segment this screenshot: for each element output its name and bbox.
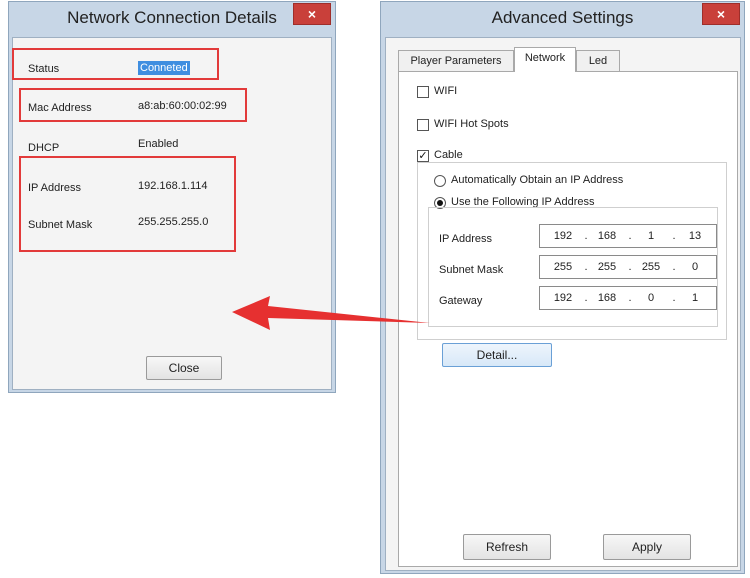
wifi-hotspots-checkbox[interactable] xyxy=(417,119,429,131)
tab-led[interactable]: Led xyxy=(576,50,620,72)
ip-dot: . xyxy=(628,261,632,273)
gateway-field[interactable]: 192 . 168 . 0 . 1 xyxy=(539,286,717,310)
ip-dot: . xyxy=(584,261,588,273)
subnet-octet-1: 255 xyxy=(553,261,573,273)
dhcp-label: DHCP xyxy=(28,142,60,154)
ip-octet-3: 1 xyxy=(647,230,655,242)
settings-panel: Player Parameters Network Led WIFI WIFI … xyxy=(385,37,741,571)
wifi-hotspots-label: WIFI Hot Spots xyxy=(434,118,509,130)
subnet-octet-2: 255 xyxy=(597,261,617,273)
gateway-octet-1: 192 xyxy=(553,292,573,304)
refresh-button[interactable]: Refresh xyxy=(463,534,551,560)
ip-dot: . xyxy=(672,261,676,273)
subnet-octet-4: 0 xyxy=(691,261,699,273)
wifi-checkbox[interactable] xyxy=(417,86,429,98)
ip-subnet-highlight xyxy=(19,156,236,252)
tab-network[interactable]: Network xyxy=(514,47,576,72)
ip-octet-1: 192 xyxy=(553,230,573,242)
network-connection-details-window: Network Connection Details × Status Conn… xyxy=(8,1,336,393)
manual-ip-group: IP Address 192 . 168 . 1 . 13 Subnet Mas… xyxy=(428,207,718,327)
ip-dot: . xyxy=(628,292,632,304)
ip-octet-4: 13 xyxy=(688,230,702,242)
ip-dot: . xyxy=(672,230,676,242)
window-title-text: Network Connection Details xyxy=(67,8,277,27)
ip-address-field[interactable]: 192 . 168 . 1 . 13 xyxy=(539,224,717,248)
gateway-label: Gateway xyxy=(439,295,483,307)
close-icon[interactable]: × xyxy=(702,3,740,25)
ip-octet-2: 168 xyxy=(597,230,617,242)
gateway-octet-4: 1 xyxy=(691,292,699,304)
cable-settings-group: Automatically Obtain an IP Address Use t… xyxy=(417,162,727,367)
subnet-mask-field[interactable]: 255 . 255 . 255 . 0 xyxy=(539,255,717,279)
cable-label: Cable xyxy=(434,149,463,161)
mac-address-highlight xyxy=(19,88,247,122)
gateway-octet-3: 0 xyxy=(647,292,655,304)
close-icon[interactable]: × xyxy=(293,3,331,25)
ip-dot: . xyxy=(672,292,676,304)
network-tab-panel: WIFI WIFI Hot Spots ✓ Cable Automaticall… xyxy=(398,71,738,567)
close-button[interactable]: Close xyxy=(146,356,222,380)
cable-checkbox[interactable]: ✓ xyxy=(417,150,429,162)
ip-dot: . xyxy=(584,230,588,242)
detail-button[interactable]: Detail... xyxy=(442,343,552,367)
window-title: Advanced Settings xyxy=(381,2,744,34)
wifi-label: WIFI xyxy=(434,85,458,97)
auto-ip-radio[interactable] xyxy=(434,175,446,187)
apply-button[interactable]: Apply xyxy=(603,534,691,560)
window-title-text: Advanced Settings xyxy=(491,8,634,27)
gateway-octet-2: 168 xyxy=(597,292,617,304)
window-title: Network Connection Details xyxy=(9,2,335,34)
subnet-mask-label: Subnet Mask xyxy=(439,264,504,276)
tab-player-parameters[interactable]: Player Parameters xyxy=(398,50,514,72)
ip-dot: . xyxy=(584,292,588,304)
ip-dot: . xyxy=(628,230,632,242)
auto-ip-label: Automatically Obtain an IP Address xyxy=(451,174,624,186)
ip-address-label: IP Address xyxy=(439,233,492,245)
status-highlight xyxy=(12,48,219,80)
subnet-octet-3: 255 xyxy=(641,261,661,273)
advanced-settings-window: Advanced Settings × Player Parameters Ne… xyxy=(380,1,745,574)
dhcp-value: Enabled xyxy=(138,138,179,150)
